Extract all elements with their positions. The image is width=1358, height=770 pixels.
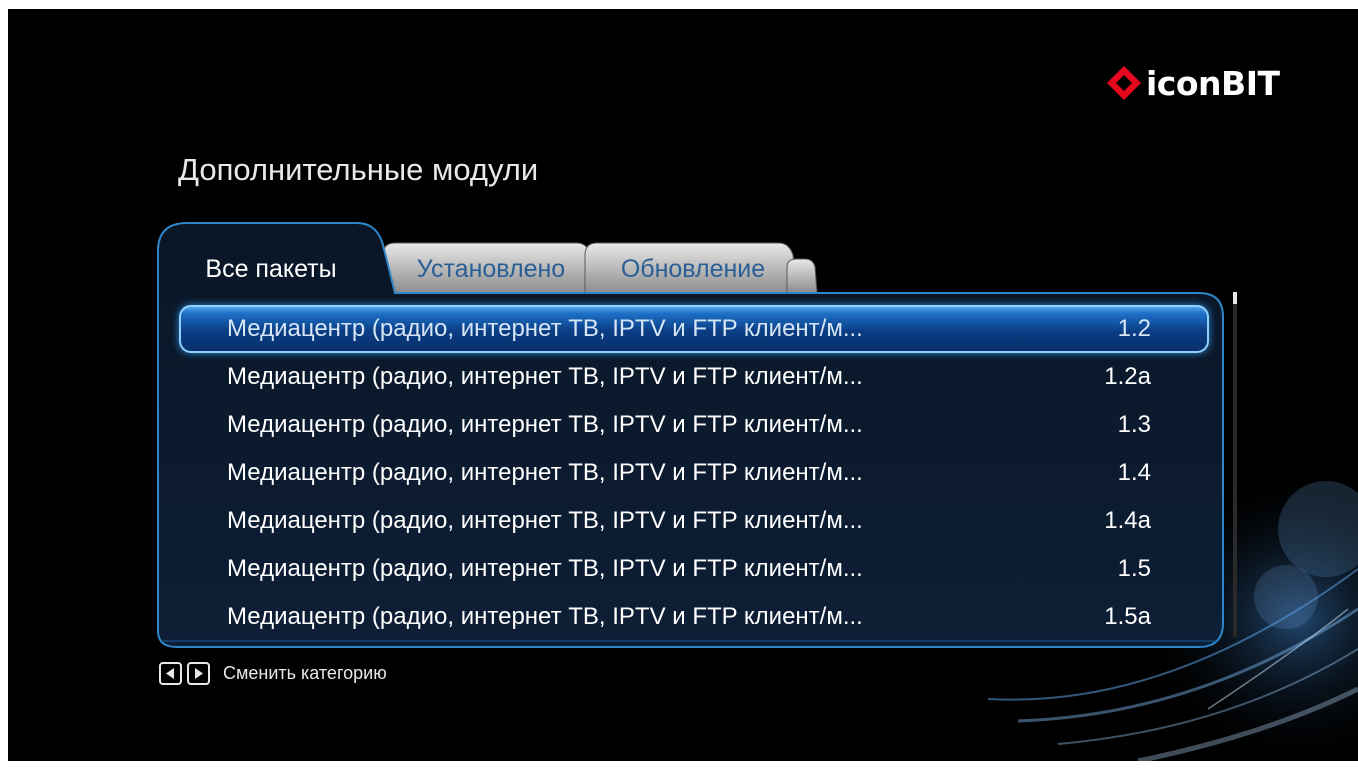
package-name: Медиацентр (радио, интернет ТВ, IPTV и F… xyxy=(227,603,863,630)
change-category-hint: Сменить категорию xyxy=(159,662,387,685)
package-row[interactable]: Медиацентр (радио, интернет ТВ, IPTV и F… xyxy=(179,497,1209,545)
package-row[interactable]: Медиацентр (радио, интернет ТВ, IPTV и F… xyxy=(179,545,1209,593)
package-version: 1.2a xyxy=(1104,363,1151,390)
tab-installed[interactable]: Установлено xyxy=(393,245,589,293)
package-row-selected[interactable]: Медиацентр (радио, интернет ТВ, IPTV и F… xyxy=(179,305,1209,353)
package-version: 1.5a xyxy=(1104,603,1151,630)
packages-panel: Все пакеты Установлено Обновление Медиац… xyxy=(157,221,1225,649)
package-name: Медиацентр (радио, интернет ТВ, IPTV и F… xyxy=(227,555,863,582)
hint-text: Сменить категорию xyxy=(223,663,387,683)
package-row[interactable]: Медиацентр (радио, интернет ТВ, IPTV и F… xyxy=(179,449,1209,497)
iconbit-logo: iconBIT xyxy=(1104,63,1280,103)
left-arrow-key-icon xyxy=(159,662,182,685)
package-version: 1.2 xyxy=(1117,315,1151,342)
package-row[interactable]: Медиацентр (радио, интернет ТВ, IPTV и F… xyxy=(179,353,1209,401)
page-title: Дополнительные модули xyxy=(178,152,539,187)
tab-all-packages[interactable]: Все пакеты xyxy=(171,245,371,293)
package-list: Медиацентр (радио, интернет ТВ, IPTV и F… xyxy=(179,305,1209,641)
package-version: 1.3 xyxy=(1117,411,1151,438)
package-version: 1.4a xyxy=(1104,507,1151,534)
media-player-screen: iconBIT Дополнительные модули Все пакеты… xyxy=(8,9,1358,761)
package-row[interactable]: Медиацентр (радио, интернет ТВ, IPTV и F… xyxy=(179,593,1209,641)
list-scrollbar[interactable] xyxy=(1233,292,1237,637)
package-name: Медиацентр (радио, интернет ТВ, IPTV и F… xyxy=(227,315,863,342)
package-row[interactable]: Медиацентр (радио, интернет ТВ, IPTV и F… xyxy=(179,401,1209,449)
right-arrow-key-icon xyxy=(187,662,210,685)
package-version: 1.5 xyxy=(1117,555,1151,582)
package-name: Медиацентр (радио, интернет ТВ, IPTV и F… xyxy=(227,507,863,534)
package-name: Медиацентр (радио, интернет ТВ, IPTV и F… xyxy=(227,411,863,438)
package-version: 1.4 xyxy=(1117,459,1151,486)
logo-text: iconBIT xyxy=(1146,63,1280,103)
scrollbar-thumb[interactable] xyxy=(1233,292,1237,304)
package-name: Медиацентр (радио, интернет ТВ, IPTV и F… xyxy=(227,363,863,390)
package-name: Медиацентр (радио, интернет ТВ, IPTV и F… xyxy=(227,459,863,486)
logo-diamond-icon xyxy=(1107,66,1141,100)
tab-updates[interactable]: Обновление xyxy=(595,245,791,293)
